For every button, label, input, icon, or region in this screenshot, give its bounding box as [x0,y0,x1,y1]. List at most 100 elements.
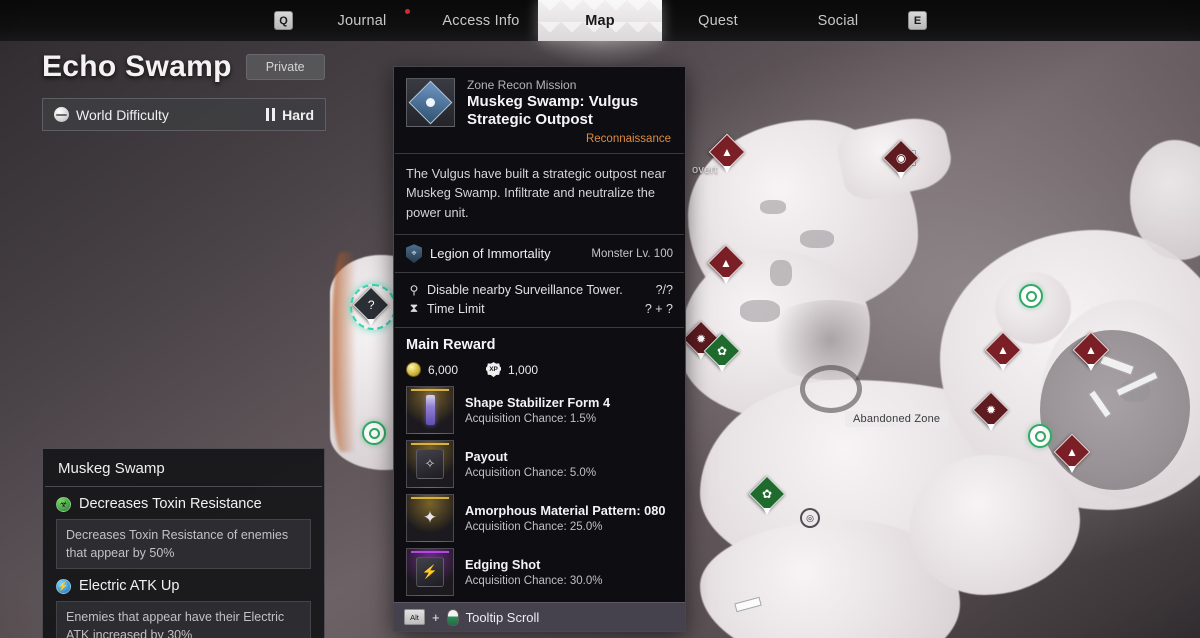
map-marker-selected-mission[interactable]: ? [350,284,396,330]
active-tab-glow [536,41,666,67]
zone-panel-title: Muskeg Swamp [45,449,322,487]
reward-item[interactable]: ⚡ Edging Shot Acquisition Chance: 30.0% [406,548,673,597]
key-hint-e[interactable]: E [908,11,927,30]
map-crater [800,365,862,413]
world-difficulty-label: World Difficulty [76,106,169,123]
reward-item-chance: Acquisition Chance: 30.0% [465,575,603,588]
reward-item-chance: Acquisition Chance: 1.5% [465,413,597,426]
zone-effect-name: Decreases Toxin Resistance [79,496,262,512]
globe-icon [54,107,69,122]
reward-item-chance: Acquisition Chance: 25.0% [465,521,603,534]
alt-key-icon: Alt [404,609,425,626]
privacy-badge[interactable]: Private [245,54,325,80]
map-detail-speck [770,260,792,286]
zone-effects-panel: Muskeg Swamp ☣ Decreases Toxin Resistanc… [42,448,325,638]
reward-item-icon: ✧ [406,440,454,489]
mission-description: The Vulgus have built a strategic outpos… [406,165,666,220]
map-marker-mission[interactable]: ✿ [748,475,786,515]
objective-progress: ? + ? [644,301,673,316]
objective-progress: ?/? [655,283,673,298]
tab-social[interactable]: Social [796,0,880,41]
mission-kicker: Zone Recon Mission [467,78,577,92]
tab-journal[interactable]: Journal [318,0,406,41]
difficulty-level-icon [265,108,276,121]
objective-row: ⚲ Disable nearby Surveillance Tower. ?/? [406,281,673,299]
key-hint-q[interactable]: Q [274,11,293,30]
gold-coin-icon [406,362,421,378]
mission-type-badge: Reconnaissance [585,133,671,145]
reward-item-name: Payout [465,449,508,465]
map-detail-speck [800,230,834,248]
zone-effect-description: Decreases Toxin Resistance of enemies th… [56,519,311,570]
mission-tooltip-panel[interactable]: Zone Recon Mission Muskeg Swamp: Vulgus … [393,66,686,632]
faction-name: Legion of Immortality [430,246,551,262]
currency-rewards: 6,000 XP 1,000 [406,362,673,378]
mission-objectives: ⚲ Disable nearby Surveillance Tower. ?/?… [394,273,685,327]
objective-row: ⧗ Time Limit ? + ? [406,299,673,318]
map-marker-mission[interactable]: ◉ [882,139,920,179]
reward-item-icon [406,386,454,435]
world-difficulty-row[interactable]: World Difficulty Hard [42,98,326,131]
zone-effect-item: ☣ Decreases Toxin Resistance Decreases T… [43,487,324,570]
reward-item-name: Shape Stabilizer Form 4 [465,395,611,411]
gold-amount: 6,000 [428,362,459,377]
objective-text: Time Limit [427,301,485,316]
game-screen: Abandoned Zone overt ▲ ◉ ▲ ✹ ✿ ✿ ◎ ▲ ▲ ✹ ▲? Q Journ… [0,0,1200,638]
electric-atk-icon: ⚡ [56,578,71,594]
map-marker-mission[interactable]: ▲ [708,133,746,173]
map-marker-facility[interactable]: ◎ [795,503,825,533]
mouse-wheel-icon [446,608,459,626]
mission-faction-row: ⌖ Legion of Immortality Monster Lv. 100 [394,235,685,272]
reward-item[interactable]: ✦ Amorphous Material Pattern: 080 Acquis… [406,494,673,543]
map-marker-objective[interactable] [1018,283,1044,309]
page-title: Echo Swamp [42,50,232,83]
recon-mission-icon [406,78,455,127]
top-navigation-bar: Q Journal Access Info Map Quest Social E [0,0,1200,41]
tooltip-footer-hint[interactable]: Alt + Tooltip Scroll [394,602,685,631]
surveillance-tower-icon: ⚲ [409,283,419,298]
faction-shield-icon: ⌖ [406,244,422,264]
toxin-resistance-icon: ☣ [56,496,71,512]
map-marker-objective[interactable] [361,420,387,446]
tab-list: Q Journal Access Info Map Quest Social E [0,0,1200,41]
zone-effect-name: Electric ATK Up [79,578,180,595]
zone-effect-item: ⚡ Electric ATK Up Enemies that appear ha… [43,569,324,638]
zone-header: Echo Swamp Private World Difficulty Hard [42,50,326,131]
map-marker-mission[interactable]: ▲ [1053,433,1091,473]
reward-item-chance: Acquisition Chance: 5.0% [465,467,597,480]
tab-access-info[interactable]: Access Info [428,0,534,41]
tab-quest[interactable]: Quest [676,0,760,41]
reward-item[interactable]: ✧ Payout Acquisition Chance: 5.0% [406,440,673,489]
tooltip-scroll-label: Tooltip Scroll [465,609,540,625]
xp-reward: XP 1,000 [486,362,539,378]
map-detail-speck [760,200,786,214]
reward-item-icon: ✦ [406,494,454,543]
gold-reward: 6,000 [406,362,459,378]
tab-map[interactable]: Map [538,0,662,41]
mission-title: Muskeg Swamp: Vulgus Strategic Outpost [467,93,639,128]
reward-item-name: Amorphous Material Pattern: 080 [465,503,666,519]
map-marker-mission[interactable]: ✿ [703,332,741,372]
map-detail-speck [740,300,780,322]
map-marker-objective[interactable] [1027,423,1053,449]
mission-rewards: Main Reward 6,000 XP 1,000 Shape Stabili… [394,328,685,602]
hourglass-icon: ⧗ [409,301,419,316]
xp-amount: 1,000 [508,362,539,377]
zone-effect-description: Enemies that appear have their Electric … [56,601,311,638]
notification-dot [405,9,410,14]
map-zone-label: Abandoned Zone [845,411,949,427]
world-difficulty-value: Hard [282,106,314,123]
plus-sign: + [432,609,440,625]
reward-item-icon: ⚡ [406,548,454,597]
map-marker-mission[interactable]: ▲ [984,331,1022,371]
objective-text: Disable nearby Surveillance Tower. [427,283,623,298]
mission-tooltip-header: Zone Recon Mission Muskeg Swamp: Vulgus … [394,67,685,153]
map-marker-mission[interactable]: ▲ [1072,331,1110,371]
map-marker-mission[interactable]: ✹ [972,391,1010,431]
reward-item-name: Edging Shot [465,557,541,573]
map-zone-border-highlight [332,252,356,452]
map-marker-mission[interactable]: ▲ [707,244,745,284]
reward-item[interactable]: Shape Stabilizer Form 4 Acquisition Chan… [406,386,673,435]
reward-heading: Main Reward [406,337,496,354]
monster-level: Monster Lv. 100 [591,247,673,260]
